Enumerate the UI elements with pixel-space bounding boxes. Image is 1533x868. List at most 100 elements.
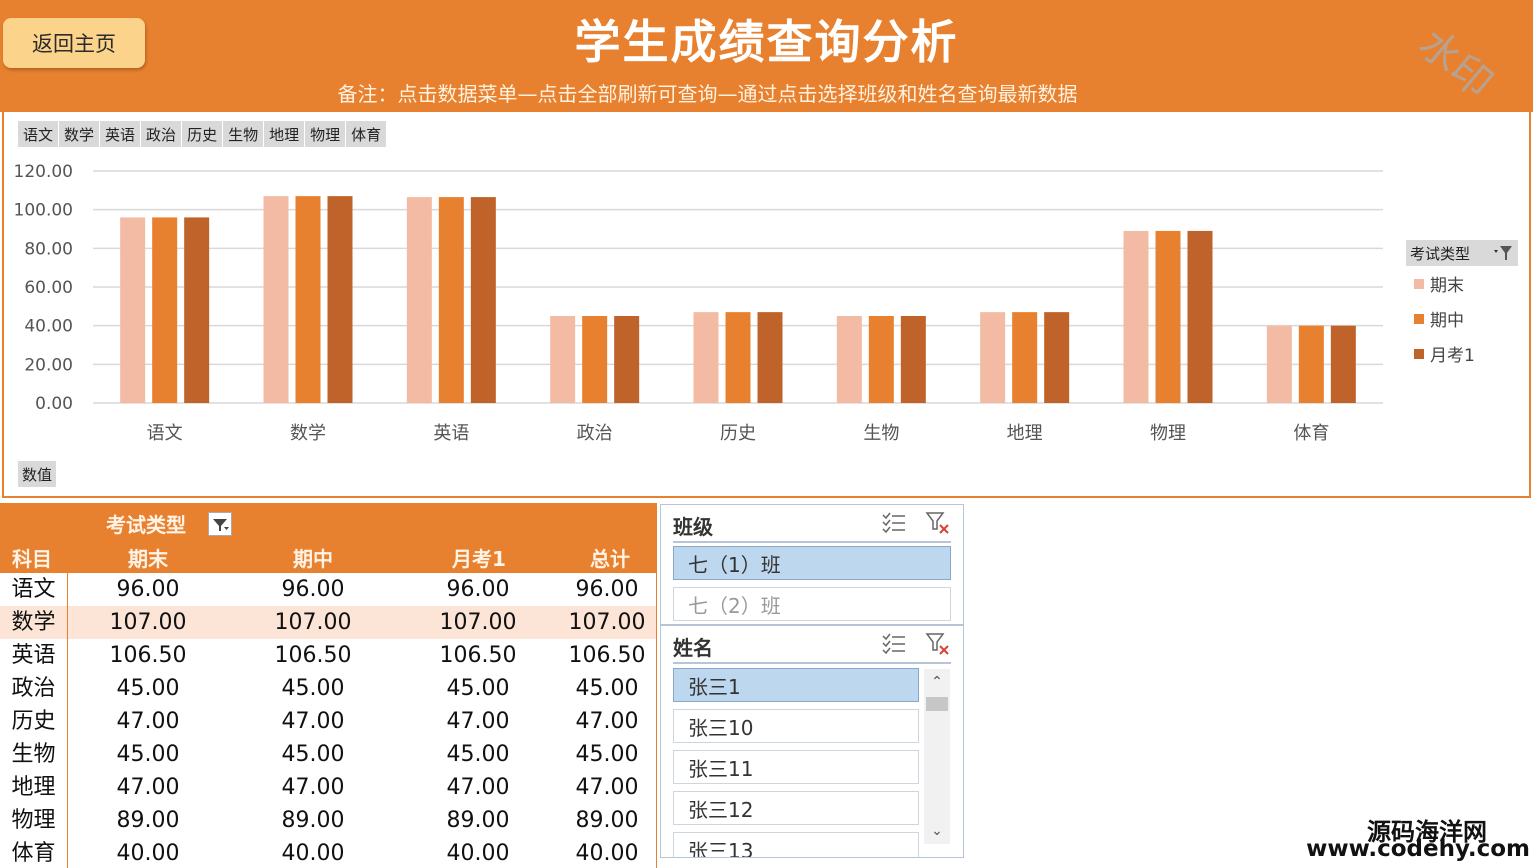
bar-2-3 bbox=[438, 197, 464, 403]
row-subject-cell: 政治 bbox=[0, 672, 68, 705]
field-button-pe[interactable]: 体育 bbox=[346, 121, 388, 147]
row-final-cell: 107.00 bbox=[109, 610, 187, 635]
table-row: 地理 47.00 47.00 47.00 47.00 bbox=[0, 771, 657, 804]
bar-3-9 bbox=[1330, 325, 1356, 403]
row-subject-cell: 语文 bbox=[0, 573, 68, 606]
field-button-math[interactable]: 数学 bbox=[59, 121, 101, 147]
class-slicer-title: 班级 bbox=[673, 515, 713, 539]
row-monthly-cell: 47.00 bbox=[446, 709, 510, 734]
filter-funnel-icon bbox=[213, 519, 229, 531]
bar-chart: 0.00 20.00 40.00 60.00 80.00 100.00 120.00 语文 数学… bbox=[14, 162, 1383, 444]
y-tick-label: 80.00 bbox=[24, 239, 73, 259]
value-field-button[interactable]: 数值 bbox=[18, 461, 57, 487]
row-midterm-cell: 47.00 bbox=[281, 709, 345, 734]
class-item-2[interactable]: 七（2）班 bbox=[673, 587, 951, 621]
y-tick-label: 20.00 bbox=[24, 355, 73, 375]
legend-swatch bbox=[1414, 278, 1424, 289]
bar-2-7 bbox=[1012, 312, 1038, 403]
scroll-down-icon[interactable]: ⌄ bbox=[924, 818, 950, 844]
bar-2-1 bbox=[152, 217, 178, 403]
y-tick-label: 100.00 bbox=[14, 201, 73, 221]
field-button-politics[interactable]: 政治 bbox=[141, 121, 183, 147]
bar-2-6 bbox=[868, 316, 894, 403]
chart-field-buttons: 语文 数学 英语 政治 历史 生物 地理 物理 体育 bbox=[18, 121, 388, 147]
row-total-cell: 107.00 bbox=[568, 610, 646, 635]
name-item-1[interactable]: 张三1 bbox=[673, 668, 919, 702]
row-subject-cell: 物理 bbox=[0, 804, 68, 837]
row-midterm-cell: 47.00 bbox=[281, 775, 345, 800]
dashboard: 学生成绩查询分析 备注：点击数据菜单—点击全部刷新可查询—通过点击选择班级和姓名… bbox=[0, 0, 1533, 868]
instruction-note: 备注：点击数据菜单—点击全部刷新可查询—通过点击选择班级和姓名查询最新数据 bbox=[337, 82, 1078, 106]
legend-label: 期末 bbox=[1430, 276, 1464, 296]
field-button-physics[interactable]: 物理 bbox=[305, 121, 347, 147]
class-item-1[interactable]: 七（1）班 bbox=[673, 546, 951, 580]
row-total-cell: 96.00 bbox=[575, 577, 639, 602]
table-right-border bbox=[656, 503, 657, 868]
row-midterm-cell: 45.00 bbox=[281, 742, 345, 767]
row-midterm-cell: 96.00 bbox=[281, 577, 345, 602]
table-row: 政治 45.00 45.00 45.00 45.00 bbox=[0, 672, 657, 705]
clear-filter-icon[interactable] bbox=[925, 511, 951, 535]
bar-1-5 bbox=[693, 312, 719, 403]
row-subject-cell: 体育 bbox=[0, 837, 68, 868]
table-row: 英语 106.50 106.50 106.50 106.50 bbox=[0, 639, 657, 672]
bar-2-4 bbox=[582, 316, 608, 403]
home-button[interactable]: 返回主页 bbox=[3, 18, 145, 68]
legend-swatch bbox=[1414, 348, 1424, 359]
row-final-cell: 40.00 bbox=[116, 841, 180, 866]
row-midterm-cell: 40.00 bbox=[281, 841, 345, 866]
field-button-geography[interactable]: 地理 bbox=[264, 121, 306, 147]
table-row: 体育 40.00 40.00 40.00 40.00 bbox=[0, 837, 657, 868]
field-button-chinese[interactable]: 语文 bbox=[18, 121, 60, 147]
x-tick-label: 数学 bbox=[290, 423, 326, 444]
row-total-cell: 89.00 bbox=[575, 808, 639, 833]
bar-3-1 bbox=[184, 217, 210, 403]
name-item-5[interactable]: 张三13 bbox=[673, 832, 919, 857]
row-total-cell: 40.00 bbox=[575, 841, 639, 866]
y-tick-label: 60.00 bbox=[24, 278, 73, 298]
table-filter-button[interactable] bbox=[208, 512, 232, 536]
row-final-cell: 96.00 bbox=[116, 577, 180, 602]
bar-3-2 bbox=[327, 196, 353, 403]
row-midterm-cell: 107.00 bbox=[274, 610, 352, 635]
field-button-biology[interactable]: 生物 bbox=[223, 121, 265, 147]
legend-label: 月考1 bbox=[1430, 346, 1475, 366]
multi-select-icon[interactable] bbox=[881, 511, 907, 535]
col-header-subject: 科目 bbox=[12, 547, 52, 571]
col-header-final: 期末 bbox=[128, 547, 168, 571]
x-tick-label: 生物 bbox=[863, 423, 899, 444]
legend-filter-button[interactable]: 考试类型 bbox=[1406, 240, 1518, 266]
row-monthly-cell: 45.00 bbox=[446, 676, 510, 701]
bar-1-9 bbox=[1266, 325, 1292, 403]
bar-1-8 bbox=[1123, 230, 1149, 403]
scroll-up-icon[interactable]: ⌃ bbox=[924, 669, 950, 695]
name-slicer: 姓名 张三1 张三10 张三11 张三12 张三13 bbox=[660, 625, 964, 858]
clear-filter-icon[interactable] bbox=[925, 632, 951, 656]
name-item-3[interactable]: 张三11 bbox=[673, 750, 919, 784]
bar-1-6 bbox=[836, 316, 862, 403]
col-header-total: 总计 bbox=[590, 547, 630, 571]
filter-header-label: 考试类型 bbox=[106, 513, 186, 537]
bar-3-3 bbox=[470, 197, 496, 403]
x-tick-label: 体育 bbox=[1293, 423, 1329, 444]
scroll-thumb[interactable] bbox=[926, 697, 948, 711]
row-midterm-cell: 89.00 bbox=[281, 808, 345, 833]
name-item-4[interactable]: 张三12 bbox=[673, 791, 919, 825]
row-subject-cell: 英语 bbox=[0, 639, 68, 672]
slicer-toolbar bbox=[881, 632, 951, 656]
bar-3-7 bbox=[1044, 312, 1070, 403]
name-item-2[interactable]: 张三10 bbox=[673, 709, 919, 743]
multi-select-icon[interactable] bbox=[881, 632, 907, 656]
x-tick-label: 政治 bbox=[577, 423, 613, 444]
bar-1-7 bbox=[980, 312, 1006, 403]
row-final-cell: 45.00 bbox=[116, 742, 180, 767]
table-column-header: 科目 期末 期中 月考1 总计 bbox=[0, 539, 657, 573]
slicer-toolbar bbox=[881, 511, 951, 535]
table-row: 物理 89.00 89.00 89.00 89.00 bbox=[0, 804, 657, 837]
row-monthly-cell: 96.00 bbox=[446, 577, 510, 602]
x-tick-label: 地理 bbox=[1007, 423, 1043, 444]
field-button-english[interactable]: 英语 bbox=[100, 121, 142, 147]
name-slicer-scrollbar[interactable]: ⌃ ⌄ bbox=[924, 669, 950, 844]
field-button-history[interactable]: 历史 bbox=[182, 121, 224, 147]
row-subject-cell: 历史 bbox=[0, 705, 68, 738]
